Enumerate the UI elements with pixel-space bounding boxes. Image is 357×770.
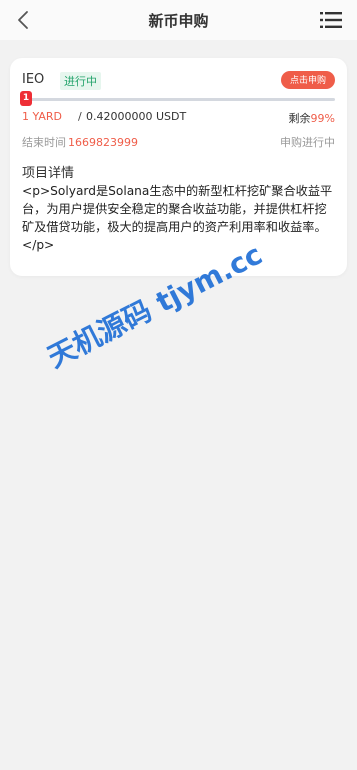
top-nav-bar: 新币申购 (0, 0, 357, 40)
remaining-label: 剩余 (288, 112, 311, 125)
subscribe-button[interactable]: 点击申购 (280, 71, 335, 89)
phase-status: 申购进行中 (280, 136, 335, 149)
detail-text: <p>Solyard是Solana生态中的新型杠杆挖矿聚合收益平台，为用户提供安… (22, 184, 333, 252)
remaining: 剩余99% (289, 110, 335, 126)
detail-title: 项目详情 (22, 166, 75, 181)
ieo-card: IEO 进行中 点击申购 1 1 YARD / 0.42000000 USDT … (10, 58, 347, 276)
page: 新币申购 IEO 进行中 点击申购 1 1 YARD / 0.42000000 … (0, 0, 357, 770)
end-time-label: 结束时间 (22, 136, 66, 149)
card-header-row: IEO 进行中 点击申购 (22, 70, 335, 90)
menu-button[interactable] (319, 9, 343, 31)
status-badge: 进行中 (60, 72, 101, 90)
time-row: 结束时间 1669823999 申购进行中 (22, 134, 335, 150)
amount-row: 1 YARD / 0.42000000 USDT 剩余99% (22, 110, 335, 126)
end-time-value: 1669823999 (68, 136, 138, 149)
progress-bar (22, 98, 335, 101)
remaining-percent: 99% (310, 112, 335, 125)
page-title: 新币申购 (148, 12, 209, 30)
list-menu-icon (320, 12, 342, 28)
progress-knob: 1 (20, 91, 32, 106)
amount-separator: / (78, 110, 82, 123)
total-amount: 0.42000000 USDT (86, 110, 187, 123)
sold-amount: 1 YARD (22, 110, 62, 123)
coin-name: IEO (22, 72, 45, 87)
